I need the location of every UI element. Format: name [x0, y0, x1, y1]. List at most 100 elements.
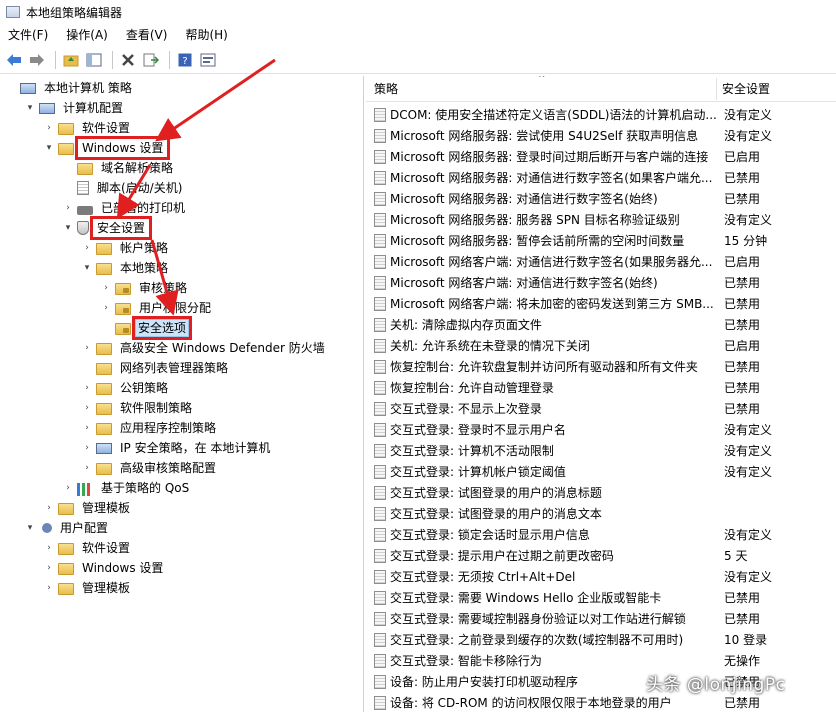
- chevron-right-icon[interactable]: ›: [42, 558, 56, 578]
- policy-row[interactable]: Microsoft 网络客户端: 将未加密的密码发送到第三方 SMB... 已禁用: [366, 293, 836, 314]
- tree-item-label: Windows 设置: [74, 136, 171, 160]
- menu-help[interactable]: 帮助(H): [179, 25, 233, 45]
- tree-item[interactable]: 脚本(启动/关机): [61, 178, 186, 198]
- tree-item[interactable]: ▾ 用户配置: [23, 518, 112, 538]
- chevron-right-icon[interactable]: ›: [80, 458, 94, 478]
- policy-row[interactable]: 关机: 清除虚拟内存页面文件 已禁用: [366, 314, 836, 335]
- tree-item[interactable]: ▾ Windows 设置: [42, 136, 171, 160]
- tree-item[interactable]: › 基于策略的 QoS: [61, 478, 193, 498]
- policy-row[interactable]: 交互式登录: 计算机帐户锁定阈值 没有定义: [366, 461, 836, 482]
- chevron-down-icon[interactable]: ▾: [23, 98, 37, 118]
- chevron-right-icon[interactable]: ›: [42, 538, 56, 558]
- policy-icon: [374, 632, 386, 647]
- chevron-right-icon[interactable]: ›: [80, 418, 94, 438]
- export-list-icon[interactable]: [141, 50, 161, 70]
- policy-row[interactable]: 交互式登录: 无须按 Ctrl+Alt+Del 没有定义: [366, 566, 836, 587]
- tree-item[interactable]: › 管理模板: [42, 578, 134, 598]
- chevron-right-icon[interactable]: ›: [99, 298, 113, 318]
- policy-row[interactable]: 交互式登录: 之前登录到缓存的次数(域控制器不可用时) 10 登录: [366, 629, 836, 650]
- tree-item[interactable]: › 用户权限分配: [99, 298, 215, 318]
- show-hide-tree-icon[interactable]: [84, 50, 104, 70]
- tree-item[interactable]: › 审核策略: [99, 278, 191, 298]
- help-icon[interactable]: ?: [175, 50, 195, 70]
- chevron-right-icon[interactable]: ›: [80, 338, 94, 358]
- policy-name: 交互式登录: 锁定会话时显示用户信息: [390, 528, 590, 542]
- policy-row[interactable]: Microsoft 网络服务器: 服务器 SPN 目标名称验证级别 没有定义: [366, 209, 836, 230]
- tree-item[interactable]: ▾ 本地策略: [80, 258, 172, 278]
- policy-row[interactable]: 交互式登录: 计算机不活动限制 没有定义: [366, 440, 836, 461]
- chevron-right-icon[interactable]: ›: [61, 478, 75, 498]
- column-divider[interactable]: [716, 78, 717, 100]
- column-header-setting[interactable]: 安全设置: [722, 80, 770, 97]
- policy-row[interactable]: Microsoft 网络服务器: 登录时间过期后断开与客户端的连接 已启用: [366, 146, 836, 167]
- policy-row[interactable]: DCOM: 使用安全描述符定义语言(SDDL)语法的计算机启动... 没有定义: [366, 104, 836, 125]
- delete-icon[interactable]: [118, 50, 138, 70]
- policy-row[interactable]: 交互式登录: 登录时不显示用户名 没有定义: [366, 419, 836, 440]
- policy-row[interactable]: 交互式登录: 智能卡移除行为 无操作: [366, 650, 836, 671]
- chevron-right-icon[interactable]: ›: [80, 398, 94, 418]
- policy-row[interactable]: 交互式登录: 锁定会话时显示用户信息 没有定义: [366, 524, 836, 545]
- policy-name: 交互式登录: 试图登录的用户的消息标题: [390, 486, 602, 500]
- tree-item[interactable]: › IP 安全策略，在 本地计算机: [80, 438, 274, 458]
- menu-file[interactable]: 文件(F): [2, 25, 54, 45]
- tree-item[interactable]: › 已部署的打印机: [61, 198, 189, 218]
- chevron-right-icon[interactable]: ›: [80, 438, 94, 458]
- policy-row[interactable]: 交互式登录: 需要域控制器身份验证以对工作站进行解锁 已禁用: [366, 608, 836, 629]
- policy-row[interactable]: 交互式登录: 需要 Windows Hello 企业版或智能卡 已禁用: [366, 587, 836, 608]
- tree-item[interactable]: › Windows 设置: [42, 558, 167, 578]
- tree-item[interactable]: › 帐户策略: [80, 238, 172, 258]
- policy-name: 恢复控制台: 允许自动管理登录: [390, 381, 554, 395]
- chevron-right-icon[interactable]: ›: [61, 198, 75, 218]
- chevron-right-icon[interactable]: ›: [80, 238, 94, 258]
- policy-row[interactable]: 交互式登录: 不显示上次登录 已禁用: [366, 398, 836, 419]
- chevron-right-icon[interactable]: ›: [42, 118, 56, 138]
- tree-item[interactable]: › 管理模板: [42, 498, 134, 518]
- tree-item[interactable]: › 软件限制策略: [80, 398, 196, 418]
- properties-icon[interactable]: [198, 50, 218, 70]
- folder-icon: [96, 403, 112, 415]
- column-header-policy[interactable]: 策略: [374, 80, 714, 97]
- chevron-down-icon[interactable]: ▾: [42, 138, 56, 158]
- policy-row[interactable]: Microsoft 网络服务器: 对通信进行数字签名(如果客户端允... 已禁用: [366, 167, 836, 188]
- up-folder-icon[interactable]: [61, 50, 81, 70]
- chevron-down-icon[interactable]: ▾: [80, 258, 94, 278]
- tree-item[interactable]: ▾ 计算机配置: [23, 98, 127, 118]
- tree-item[interactable]: ▾ 安全设置: [61, 216, 153, 240]
- chevron-right-icon[interactable]: ›: [42, 578, 56, 598]
- policy-row[interactable]: Microsoft 网络客户端: 对通信进行数字签名(始终) 已禁用: [366, 272, 836, 293]
- menu-view[interactable]: 查看(V): [120, 25, 174, 45]
- policy-row[interactable]: 设备: 将 CD-ROM 的访问权限仅限于本地登录的用户 已禁用: [366, 692, 836, 712]
- tree-item[interactable]: › 高级审核策略配置: [80, 458, 220, 478]
- forward-icon[interactable]: [27, 50, 47, 70]
- tree-item[interactable]: 网络列表管理器策略: [80, 358, 232, 378]
- chevron-right-icon[interactable]: ›: [99, 278, 113, 298]
- policy-row[interactable]: 恢复控制台: 允许软盘复制并访问所有驱动器和所有文件夹 已禁用: [366, 356, 836, 377]
- policy-row[interactable]: 关机: 允许系统在未登录的情况下关闭 已启用: [366, 335, 836, 356]
- tree-item[interactable]: › 公钥策略: [80, 378, 172, 398]
- policy-row[interactable]: 交互式登录: 提示用户在过期之前更改密码 5 天: [366, 545, 836, 566]
- policy-row[interactable]: Microsoft 网络客户端: 对通信进行数字签名(如果服务器允... 已启用: [366, 251, 836, 272]
- policy-row[interactable]: 恢复控制台: 允许自动管理登录 已禁用: [366, 377, 836, 398]
- chevron-down-icon[interactable]: ▾: [23, 518, 37, 538]
- tree-item[interactable]: 域名解析策略: [61, 158, 177, 178]
- chevron-right-icon[interactable]: ›: [42, 498, 56, 518]
- policy-icon: [374, 233, 386, 248]
- tree-item[interactable]: 本地计算机 策略: [4, 78, 136, 98]
- policy-row[interactable]: Microsoft 网络服务器: 暂停会话前所需的空闲时间数量 15 分钟: [366, 230, 836, 251]
- policy-row[interactable]: Microsoft 网络服务器: 尝试使用 S4U2Self 获取声明信息 没有定…: [366, 125, 836, 146]
- tree-item[interactable]: › 高级安全 Windows Defender 防火墙: [80, 338, 329, 358]
- tree-item[interactable]: › 软件设置: [42, 118, 134, 138]
- menu-action[interactable]: 操作(A): [60, 25, 114, 45]
- policy-icon: [374, 653, 386, 668]
- policy-row[interactable]: 交互式登录: 试图登录的用户的消息文本: [366, 503, 836, 524]
- tree-item[interactable]: 安全选项: [99, 316, 193, 340]
- chevron-down-icon[interactable]: ▾: [61, 218, 75, 238]
- back-icon[interactable]: [4, 50, 24, 70]
- policy-row[interactable]: 交互式登录: 试图登录的用户的消息标题: [366, 482, 836, 503]
- tree-item-label: 安全选项: [131, 316, 193, 340]
- tree-item-label: 管理模板: [82, 501, 131, 515]
- chevron-right-icon[interactable]: ›: [80, 378, 94, 398]
- tree-item[interactable]: › 软件设置: [42, 538, 134, 558]
- policy-row[interactable]: Microsoft 网络服务器: 对通信进行数字签名(始终) 已禁用: [366, 188, 836, 209]
- tree-item[interactable]: › 应用程序控制策略: [80, 418, 220, 438]
